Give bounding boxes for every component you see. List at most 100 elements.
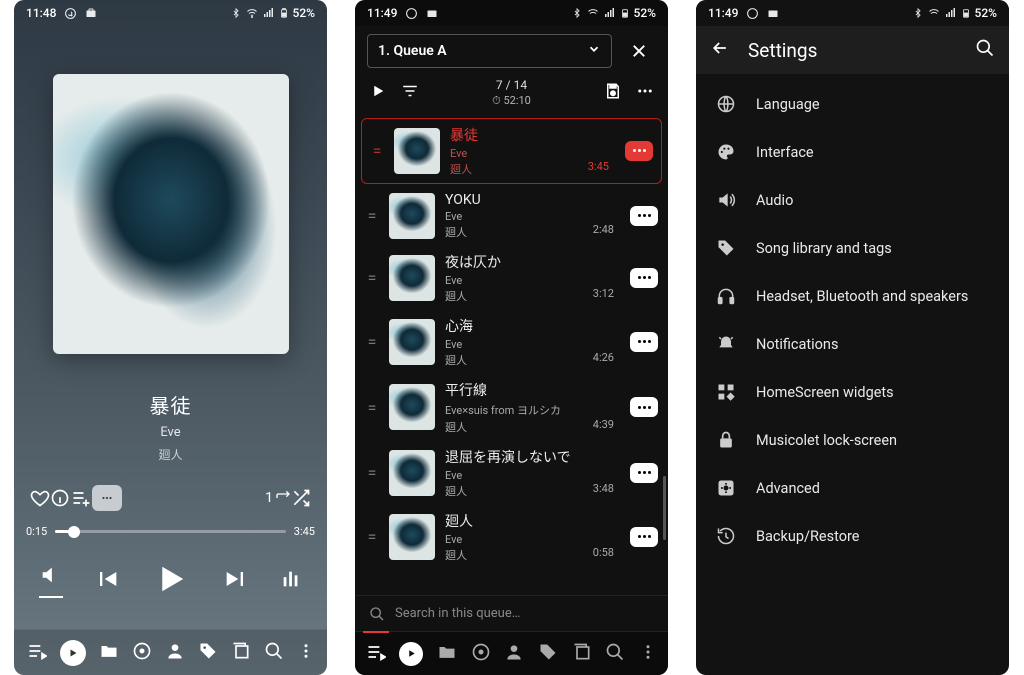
track-artist: Eve: [445, 210, 572, 223]
headset-icon: [716, 286, 736, 306]
queue-play-button[interactable]: [369, 82, 387, 103]
queue-item[interactable]: = 平行線 Eve×suis from ヨルシカ 廻人 4:39: [355, 374, 668, 441]
add-to-queue-icon[interactable]: [70, 488, 92, 508]
drag-handle-icon[interactable]: =: [365, 527, 379, 546]
chevron-down-icon: [587, 42, 601, 60]
queue-save-button[interactable]: [604, 82, 622, 103]
nav-nowplaying-icon[interactable]: [60, 640, 86, 666]
settings-row-volume[interactable]: Audio: [696, 176, 1009, 224]
nav-albums-icon[interactable]: [471, 642, 491, 666]
track-artist[interactable]: Eve: [14, 425, 327, 440]
track-art: [389, 384, 435, 430]
settings-row-label: Audio: [756, 192, 793, 209]
track-title[interactable]: 暴徒: [14, 390, 327, 419]
track-title: 心海: [445, 316, 572, 336]
track-duration: 0:58: [582, 546, 614, 559]
track-more-button[interactable]: [625, 141, 653, 161]
queue-sort-button[interactable]: [401, 82, 419, 103]
status-bar: 11:49 52%: [696, 0, 1009, 26]
nav-tags-icon[interactable]: [538, 642, 558, 666]
track-artist: Eve: [445, 469, 572, 482]
nav-queue-icon[interactable]: [366, 642, 386, 666]
queue-item[interactable]: = YOKU Eve 廻人 2:48: [355, 186, 668, 246]
queue-total-time: 52:10: [503, 94, 530, 107]
back-button[interactable]: [710, 38, 730, 62]
queue-item[interactable]: = 廻人 Eve 廻人 0:58: [355, 505, 668, 569]
track-album[interactable]: 廻人: [14, 446, 327, 463]
repeat-one-button[interactable]: 1: [265, 490, 291, 506]
nav-albums-icon[interactable]: [132, 641, 152, 665]
nav-queue-icon[interactable]: [27, 641, 47, 665]
more-button[interactable]: [92, 485, 122, 511]
track-artist: Eve: [450, 147, 567, 160]
nav-overflow-icon[interactable]: [639, 642, 657, 666]
nav-folders-icon[interactable]: [99, 641, 119, 665]
nav-folders-icon[interactable]: [437, 642, 457, 666]
track-album: 廻人: [445, 419, 572, 435]
queue-list[interactable]: = 暴徒 Eve 廻人 3:45 = YOKU Eve 廻人 2:48 = 夜は…: [355, 116, 668, 595]
screen-settings: 11:49 52% Settings Language Interface Au…: [696, 0, 1009, 675]
nav-playlists-icon[interactable]: [572, 642, 592, 666]
album-art[interactable]: [53, 74, 289, 354]
settings-row-label: Headset, Bluetooth and speakers: [756, 288, 968, 305]
settings-row-bell[interactable]: Notifications: [696, 320, 1009, 368]
settings-row-palette[interactable]: Interface: [696, 128, 1009, 176]
drag-handle-icon[interactable]: =: [365, 206, 379, 225]
settings-search-button[interactable]: [975, 38, 995, 62]
queue-overflow-button[interactable]: [636, 82, 654, 103]
nav-artists-icon[interactable]: [165, 641, 185, 665]
settings-row-tag[interactable]: Song library and tags: [696, 224, 1009, 272]
bluetooth-icon: [572, 7, 582, 19]
track-more-button[interactable]: [630, 206, 658, 226]
info-icon[interactable]: [50, 488, 70, 508]
nav-nowplaying-icon[interactable]: [399, 642, 423, 666]
shuffle-icon[interactable]: [291, 488, 311, 508]
drag-handle-icon[interactable]: =: [370, 141, 384, 160]
next-button[interactable]: [222, 565, 250, 597]
track-art: [389, 450, 435, 496]
drag-handle-icon[interactable]: =: [365, 332, 379, 351]
queue-item[interactable]: = 夜は仄か Eve 廻人 3:12: [355, 246, 668, 310]
nav-search-icon[interactable]: [605, 642, 625, 666]
queue-item[interactable]: = 退屈を再演しないで Eve 廻人 3:48: [355, 441, 668, 505]
drag-handle-icon[interactable]: =: [365, 398, 379, 417]
nav-artists-icon[interactable]: [504, 642, 524, 666]
drag-handle-icon[interactable]: =: [365, 463, 379, 482]
settings-row-lock[interactable]: Musicolet lock-screen: [696, 416, 1009, 464]
settings-row-gear[interactable]: Advanced: [696, 464, 1009, 512]
settings-row-widgets[interactable]: HomeScreen widgets: [696, 368, 1009, 416]
queue-search[interactable]: Search in this queue…: [355, 595, 668, 631]
nav-playlists-icon[interactable]: [231, 641, 251, 665]
track-album: 廻人: [445, 224, 572, 240]
settings-row-globe[interactable]: Language: [696, 80, 1009, 128]
favorite-icon[interactable]: [30, 488, 50, 508]
nav-search-icon[interactable]: [264, 641, 284, 665]
battery-icon: [620, 6, 630, 20]
close-queue-button[interactable]: [622, 34, 656, 68]
queue-dropdown[interactable]: 1. Queue A: [367, 34, 612, 68]
queue-item[interactable]: = 心海 Eve 廻人 4:26: [355, 310, 668, 374]
queue-dropdown-label: 1. Queue A: [378, 43, 447, 59]
track-more-button[interactable]: [630, 463, 658, 483]
time-elapsed: 0:15: [26, 525, 47, 538]
settings-row-restore[interactable]: Backup/Restore: [696, 512, 1009, 560]
nav-tags-icon[interactable]: [198, 641, 218, 665]
play-button[interactable]: [150, 558, 192, 604]
queue-item[interactable]: = 暴徒 Eve 廻人 3:45: [361, 118, 662, 184]
seek-bar[interactable]: [55, 530, 286, 533]
bluetooth-icon: [913, 7, 923, 19]
track-duration: 3:48: [582, 482, 614, 495]
volume-button[interactable]: [39, 564, 63, 598]
nav-overflow-icon[interactable]: [297, 641, 315, 665]
whatsapp-icon: [746, 7, 759, 20]
battery-pct: 52%: [293, 6, 315, 20]
track-more-button[interactable]: [630, 527, 658, 547]
track-more-button[interactable]: [630, 397, 658, 417]
settings-row-label: Advanced: [756, 480, 820, 497]
settings-row-headset[interactable]: Headset, Bluetooth and speakers: [696, 272, 1009, 320]
previous-button[interactable]: [93, 565, 121, 597]
equalizer-button[interactable]: [280, 568, 302, 594]
track-more-button[interactable]: [630, 332, 658, 352]
track-more-button[interactable]: [630, 268, 658, 288]
drag-handle-icon[interactable]: =: [365, 268, 379, 287]
